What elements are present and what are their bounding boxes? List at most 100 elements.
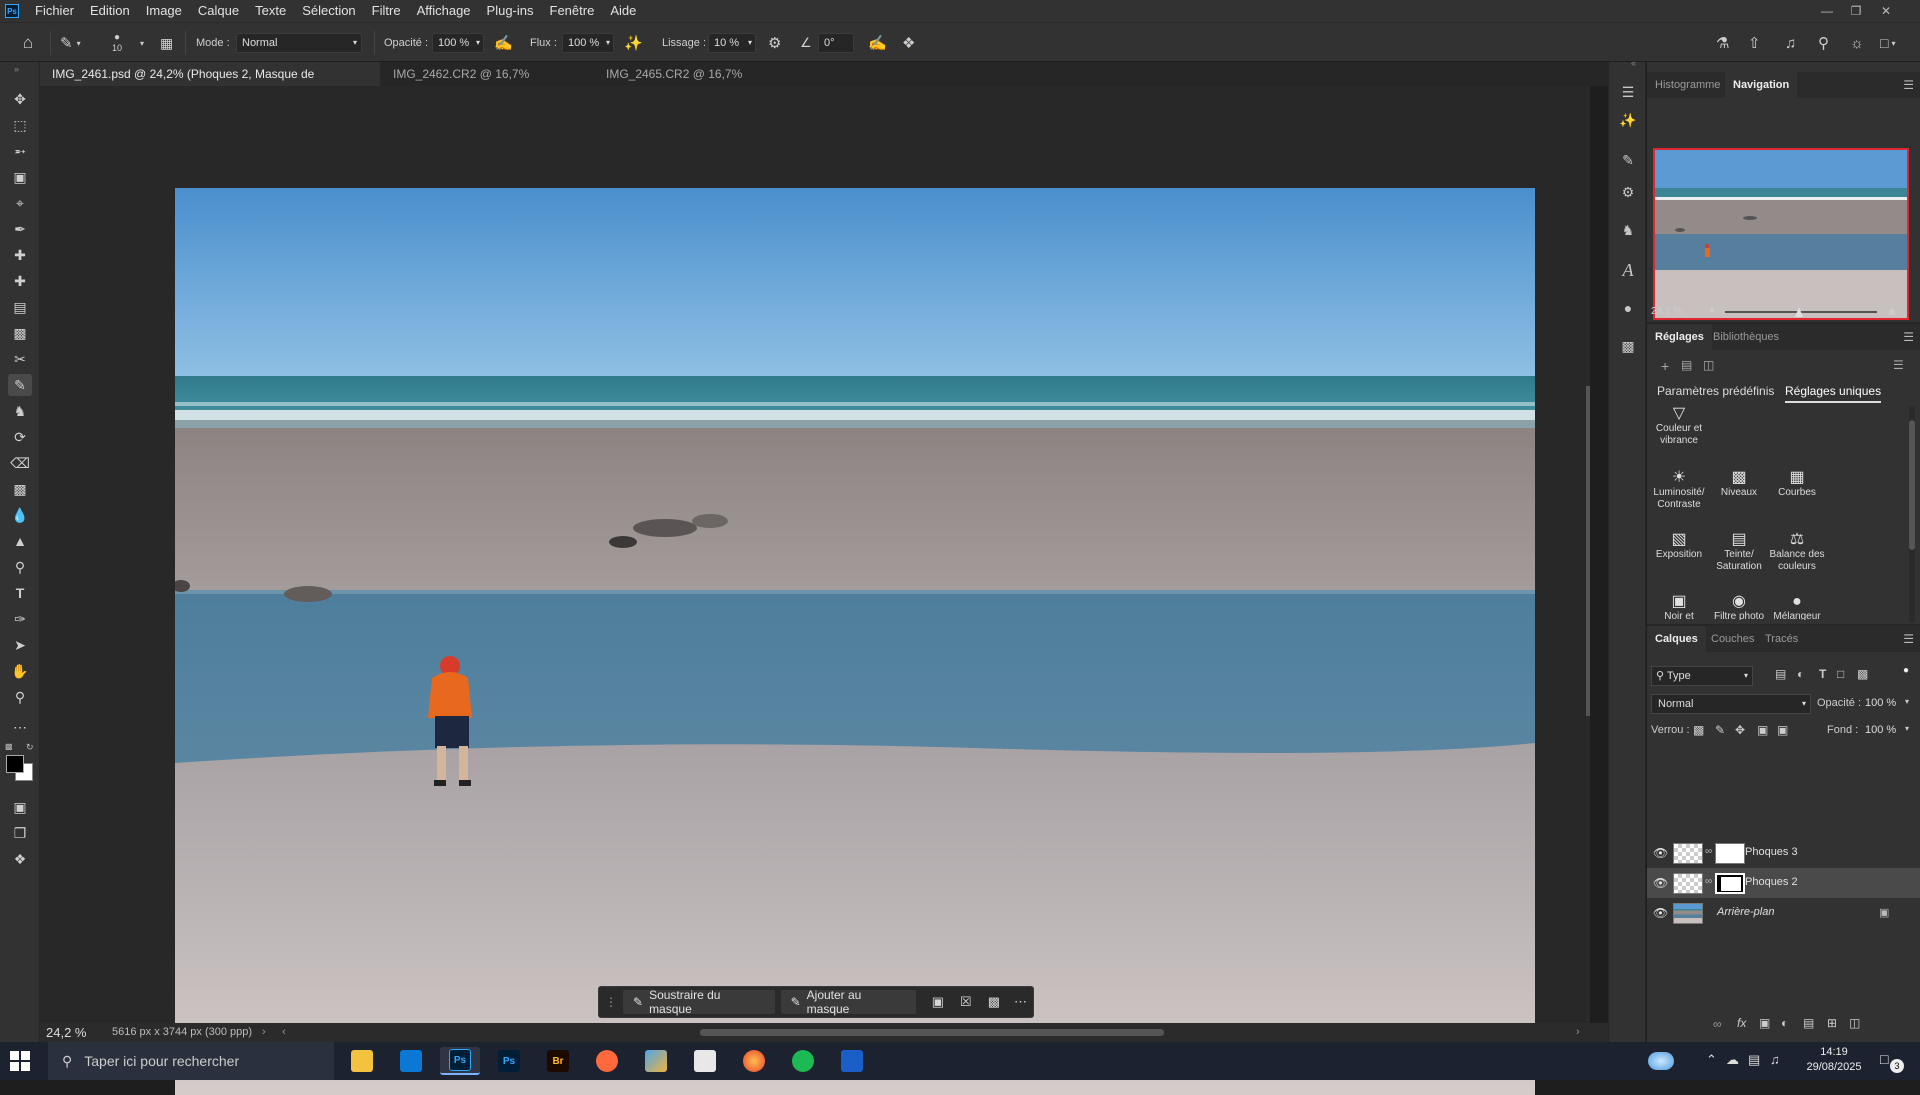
collapse-icon[interactable]: « (1631, 58, 1636, 68)
tab-couches[interactable]: Couches (1703, 626, 1762, 652)
adj-noir-blanc[interactable]: ▣ Noir et (1647, 594, 1711, 621)
filter-toggle-icon[interactable]: ● (1903, 665, 1909, 676)
healing-brush-icon[interactable]: ✚ (8, 244, 32, 266)
firefox-icon[interactable] (734, 1047, 774, 1075)
document-canvas[interactable] (175, 188, 1535, 1095)
marquee-tool-icon[interactable]: ⬚ (8, 114, 32, 136)
plugins-panel-icon[interactable]: ● (1618, 298, 1638, 318)
adj-scrollbar[interactable] (1909, 406, 1915, 622)
pressure-size-icon[interactable]: ✍ (868, 23, 887, 63)
eraser-tool-icon[interactable]: ⌫ (8, 452, 32, 474)
swap-colors-icon[interactable]: ↻ (26, 742, 34, 753)
eye-icon[interactable]: 👁 (1653, 846, 1668, 860)
close-window-button[interactable]: ✕ (1873, 0, 1899, 22)
adj-niveaux[interactable]: ▩ Niveaux (1707, 470, 1771, 499)
list-view-icon[interactable]: ☰ (1893, 358, 1904, 372)
flask-icon[interactable]: ⚗ (1716, 23, 1729, 63)
tab-img-2465[interactable]: IMG_2465.CR2 @ 16,7% (RVB/16*)× (594, 62, 806, 105)
properties-panel-icon[interactable]: ⚙ (1618, 182, 1638, 202)
crop-tool-icon[interactable]: ⌖ (8, 192, 32, 214)
fill-value[interactable]: 100 % (1865, 724, 1896, 736)
blur-tool-icon[interactable]: 💧 (8, 504, 32, 526)
spot-heal-icon[interactable]: ✚ (8, 270, 32, 292)
trash-icon[interactable]: ◫ (1849, 1016, 1860, 1030)
app-orange-icon[interactable] (587, 1047, 627, 1075)
default-colors-icon[interactable]: ▩ (5, 742, 13, 751)
adj-melangeur[interactable]: ● Mélangeur (1765, 594, 1829, 621)
layer-filter-select[interactable]: ⚲ Type ▾ (1651, 666, 1753, 686)
photoshop-2-taskbar-icon[interactable]: Ps (489, 1047, 529, 1075)
taskbar-search[interactable]: ⚲ Taper ici pour rechercher (48, 1042, 334, 1080)
brush-size-picker[interactable]: ● 10 (112, 23, 122, 63)
filter-type-icon[interactable]: T (1819, 667, 1826, 681)
menu-plugins[interactable]: Plug-ins (479, 0, 542, 22)
gear-icon[interactable]: ⚙ (768, 23, 781, 63)
history-brush-icon[interactable]: ⟳ (8, 426, 32, 448)
filter-smart-object-icon[interactable]: ▩ (1857, 667, 1868, 681)
store-app-icon[interactable] (391, 1047, 431, 1075)
more-tools-icon[interactable]: ⋯ (8, 716, 32, 738)
layer-row-arriere-plan[interactable]: 👁 Arrière-plan ▣ (1647, 898, 1920, 928)
mask-invert-icon[interactable]: ▣ (932, 994, 944, 1010)
clock[interactable]: 14:19 29/08/2025 (1796, 1045, 1872, 1075)
scissors-icon[interactable]: ✂ (8, 348, 32, 370)
eye-icon[interactable]: 👁 (1653, 906, 1668, 920)
menu-fenetre[interactable]: Fenêtre (542, 0, 603, 22)
new-layer-icon[interactable]: ⊞ (1827, 1016, 1837, 1030)
adj-luminosite-contraste[interactable]: ☀ Luminosité/ Contraste (1647, 470, 1711, 511)
workspace-icon[interactable]: □ ▾ (1880, 23, 1895, 63)
zoom-tool-icon[interactable]: ⚲ (8, 686, 32, 708)
screen-mode-icon[interactable]: ❐ (8, 822, 32, 844)
menu-affichage[interactable]: Affichage (409, 0, 479, 22)
chevron-right-icon[interactable]: › (262, 1026, 266, 1038)
blend-mode-select[interactable]: Normal ▾ (1651, 694, 1811, 714)
fx-icon[interactable]: fx (1737, 1016, 1746, 1030)
tab-img-2461[interactable]: IMG_2461.psd @ 24,2% (Phoques 2, Masque … (40, 62, 380, 105)
more-options-icon[interactable]: ⋯ (1014, 994, 1027, 1010)
quick-mask-icon[interactable]: ▣ (8, 796, 32, 818)
tab-histogramme[interactable]: Histogramme (1647, 72, 1728, 98)
angle-field[interactable]: 0° (818, 33, 854, 53)
add-icon[interactable]: + (1661, 358, 1669, 374)
link-icon[interactable]: ∞ (1705, 846, 1712, 857)
layer-mask-thumbnail[interactable] (1715, 843, 1745, 864)
opacity-field[interactable]: 100 % ▾ (432, 33, 484, 53)
add-mask-button[interactable]: ✎ Ajouter au masque (780, 988, 916, 1016)
home-icon[interactable]: ⌂ (14, 23, 42, 63)
gradient-tool-icon[interactable]: ▩ (8, 478, 32, 500)
menu-selection[interactable]: Sélection (294, 0, 363, 22)
lock-all-icon[interactable]: ▣ (1777, 723, 1788, 737)
nav-zoom-value[interactable]: 24,2 % (1651, 306, 1682, 317)
actions-panel-icon[interactable]: ✨ (1618, 110, 1638, 130)
eyedropper-tool-icon[interactable]: ✒ (8, 218, 32, 240)
sharpen-tool-icon[interactable]: ▲ (8, 530, 32, 552)
chevron-down-icon[interactable]: ▾ (1905, 697, 1909, 706)
subtract-mask-button[interactable]: ✎ Soustraire du masque (623, 988, 775, 1016)
lock-position-icon[interactable]: ✥ (1735, 723, 1745, 737)
group-icon[interactable]: ▤ (1803, 1016, 1814, 1030)
trash-icon[interactable]: ◫ (1703, 358, 1714, 372)
app-photos-icon[interactable] (636, 1047, 676, 1075)
collapse-icon[interactable]: » (14, 64, 19, 74)
volume-icon[interactable]: ♫ (1770, 1052, 1780, 1067)
navigator-preview[interactable] (1653, 148, 1909, 320)
link-icon[interactable]: ∞ (1705, 876, 1712, 887)
weather-icon[interactable] (1648, 1052, 1674, 1070)
path-selection-icon[interactable]: ➤ (8, 634, 32, 656)
type-tool-icon[interactable]: T (8, 582, 32, 604)
notifications-icon[interactable]: □ 3 (1880, 1051, 1904, 1073)
chevron-up-icon[interactable]: ⌃ (1706, 1052, 1717, 1068)
lasso-tool-icon[interactable]: ➵ (8, 140, 32, 162)
history-panel-icon[interactable]: ☰ (1618, 82, 1638, 102)
flow-field[interactable]: 100 % ▾ (562, 33, 614, 53)
layer-opacity-value[interactable]: 100 % (1865, 697, 1896, 709)
generative-icon[interactable]: ❖ (8, 848, 32, 870)
search-icon[interactable]: ⚲ (1818, 23, 1829, 63)
adj-teinte-saturation[interactable]: ▤ Teinte/ Saturation (1707, 532, 1771, 573)
word-app-icon[interactable] (832, 1047, 872, 1075)
tab-reglages[interactable]: Réglages (1647, 324, 1712, 350)
adj-balance-couleurs[interactable]: ⚖ Balance des couleurs (1765, 532, 1829, 573)
menu-texte[interactable]: Texte (247, 0, 294, 22)
adj-scroll-thumb[interactable] (1909, 420, 1915, 550)
clone-source-icon[interactable]: ♞ (1618, 220, 1638, 240)
